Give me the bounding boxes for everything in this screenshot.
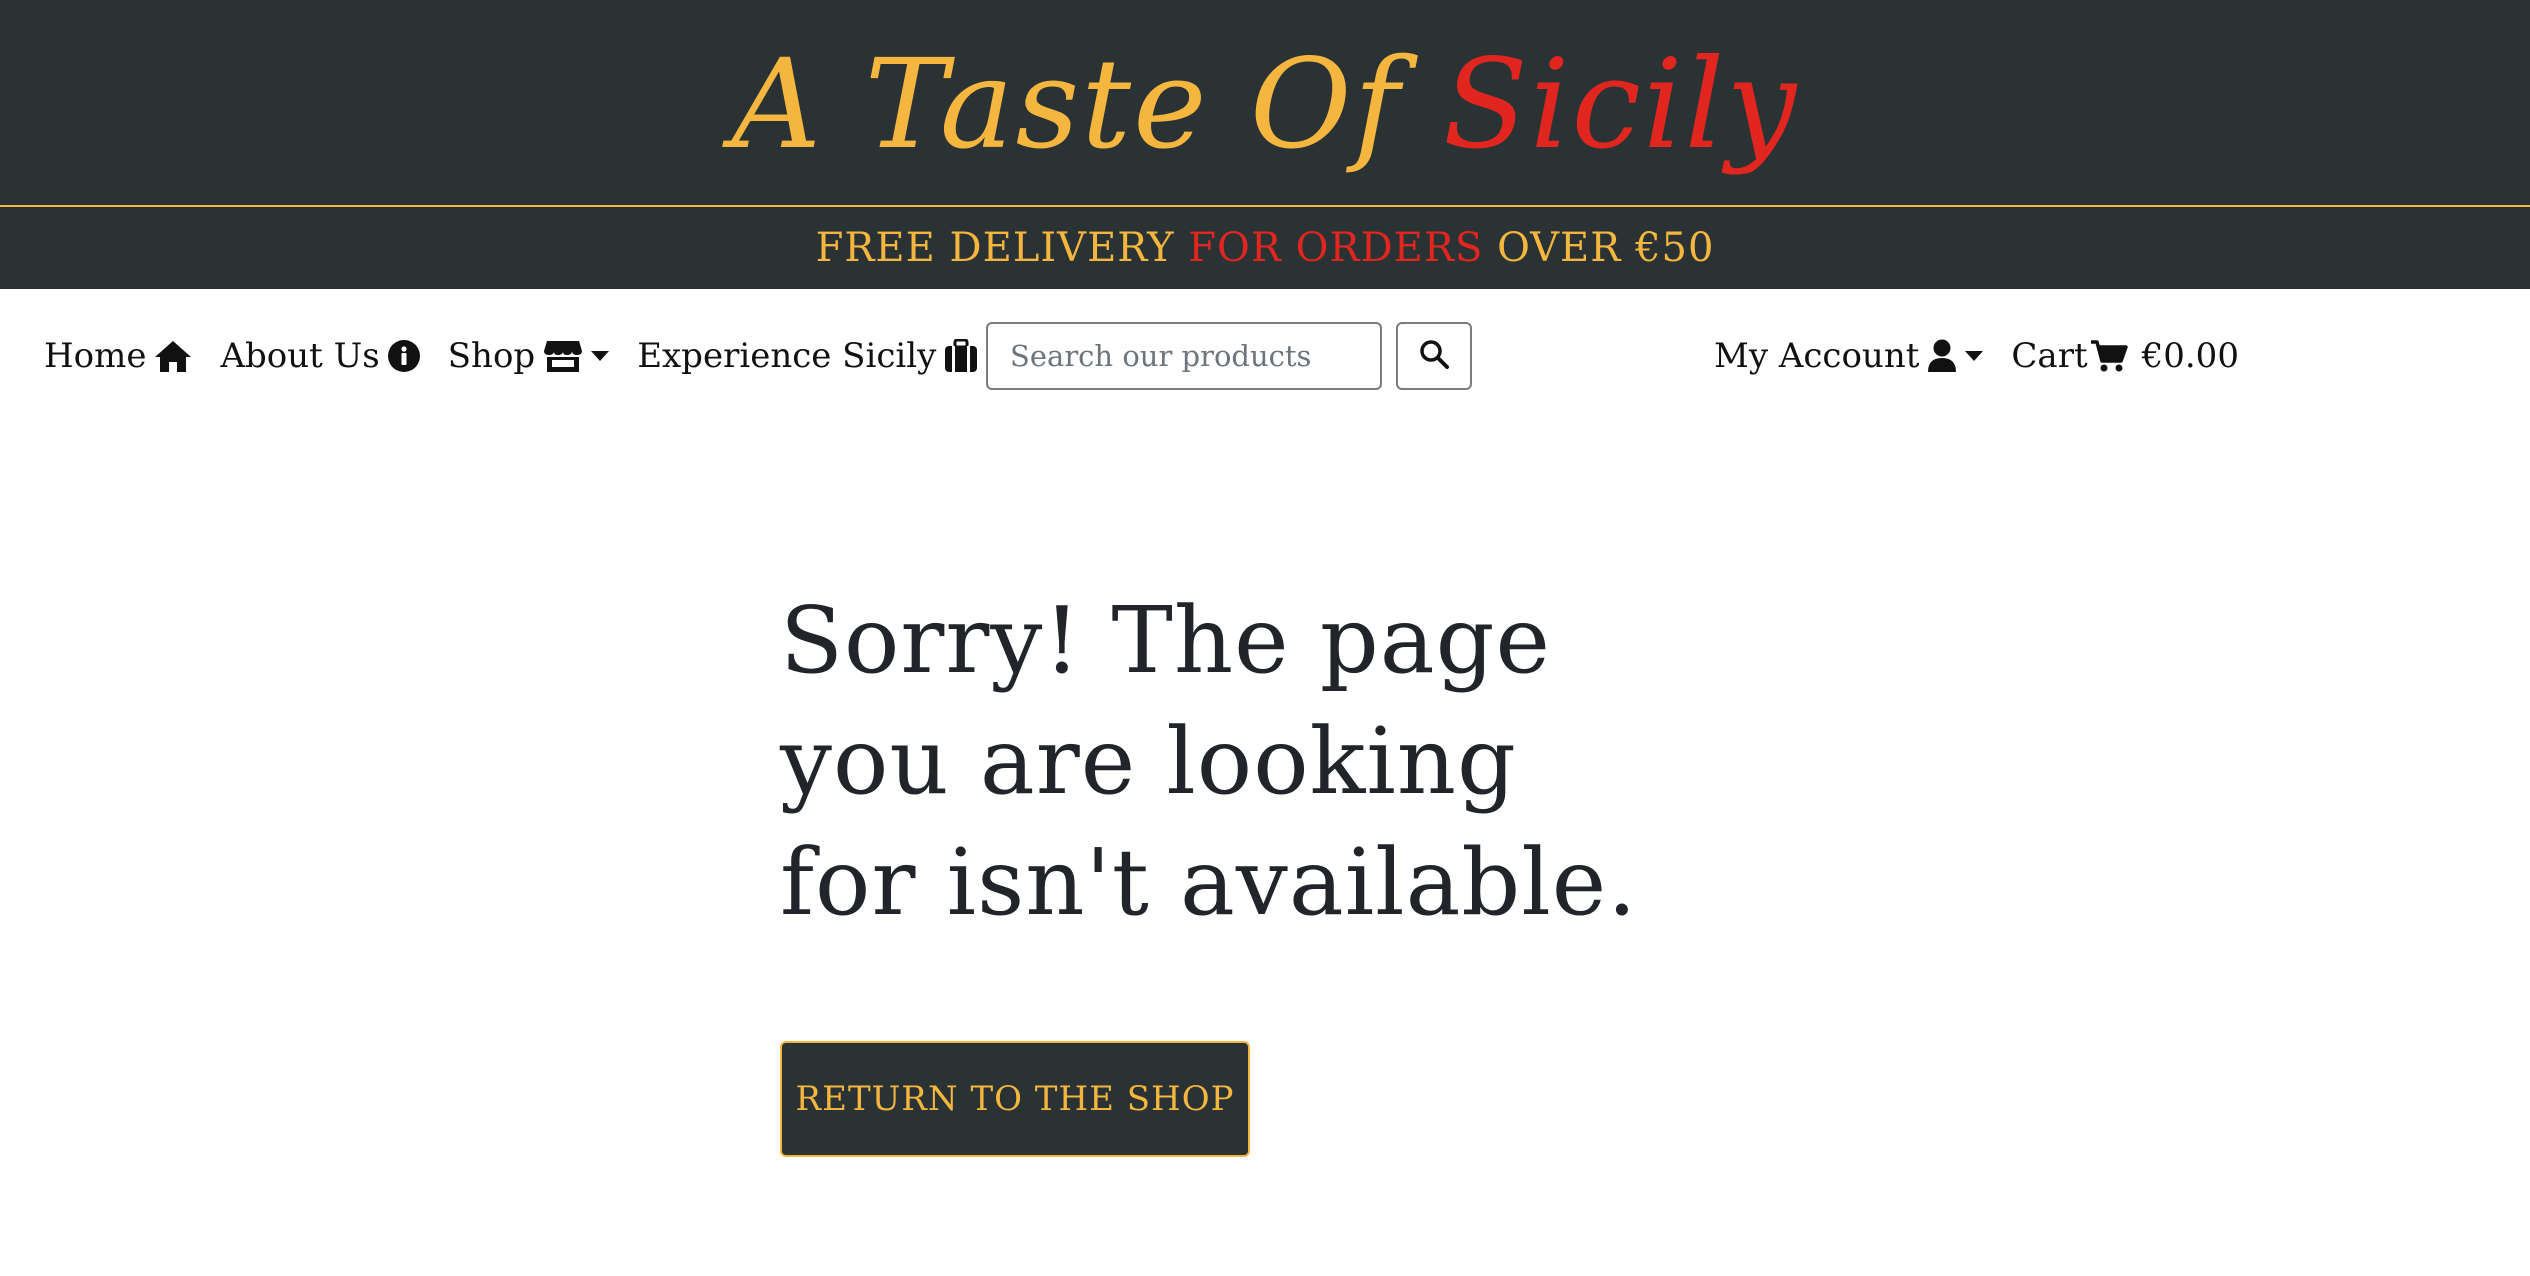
return-to-shop-button[interactable]: RETURN TO THE SHOP [780, 1041, 1250, 1157]
nav-shop-label: Shop [447, 336, 536, 376]
nav-cart-label: Cart [2011, 336, 2088, 376]
user-icon [1927, 339, 1957, 373]
nav-home-label: Home [44, 336, 147, 376]
nav-about[interactable]: About Us [220, 336, 420, 376]
site-header: A Taste Of Sicily [0, 0, 2530, 207]
search-button[interactable] [1396, 322, 1472, 390]
nav-account-cart: My Account Cart €0.00 [1714, 289, 2267, 423]
site-logo[interactable]: A Taste Of Sicily [0, 30, 2530, 180]
search-icon [1419, 339, 1449, 373]
error-content: Sorry! The page you are looking for isn'… [780, 580, 1680, 1157]
nav-home[interactable]: Home [44, 336, 192, 376]
banner-text-3: OVER €50 [1483, 225, 1715, 271]
cart-total: €0.00 [2141, 336, 2239, 376]
nav-cart[interactable]: Cart €0.00 [2011, 336, 2239, 376]
nav-account-label: My Account [1714, 336, 1920, 376]
nav-links: Home About Us Shop Experience Sicily [44, 289, 1006, 423]
home-icon [154, 339, 192, 373]
chevron-down-icon [1965, 351, 1984, 361]
store-icon [543, 339, 583, 373]
delivery-banner: FREE DELIVERY FOR ORDERS OVER €50 [0, 207, 2530, 289]
search-input[interactable] [986, 322, 1382, 390]
chevron-down-icon [591, 351, 610, 361]
nav-my-account[interactable]: My Account [1714, 336, 1984, 376]
nav-about-label: About Us [220, 336, 380, 376]
error-headline: Sorry! The page you are looking for isn'… [780, 587, 1638, 936]
logo-text-taste: A Taste Of [731, 33, 1443, 177]
nav-shop[interactable]: Shop [447, 336, 610, 376]
cart-icon [2090, 339, 2128, 373]
info-circle-icon [387, 340, 420, 372]
logo-text-sicily: Sicily [1442, 33, 1799, 177]
main-navigation: Home About Us Shop Experience Sicily Sea… [0, 289, 2530, 423]
suitcase-icon [944, 339, 978, 373]
nav-experience[interactable]: Experience Sicily [637, 336, 978, 376]
banner-text-2: FOR ORDERS [1188, 225, 1484, 271]
search-form [986, 322, 1472, 390]
nav-experience-label: Experience Sicily [637, 336, 937, 376]
banner-text-1: FREE DELIVERY [815, 225, 1189, 271]
